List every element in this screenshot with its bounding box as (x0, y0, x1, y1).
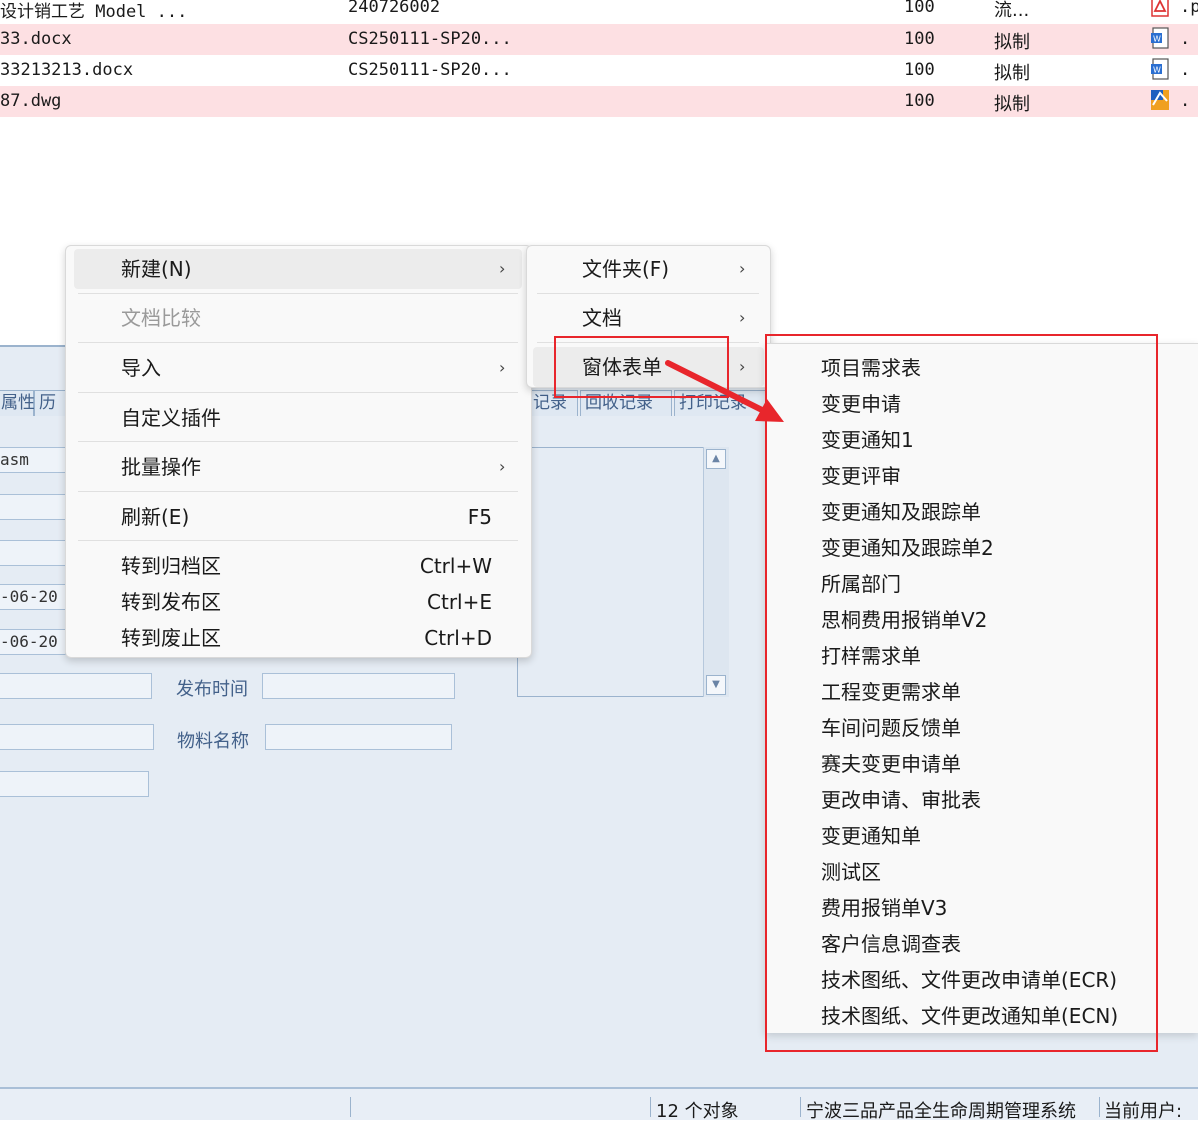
submenu-item-label: 文件夹(F) (582, 257, 670, 281)
menu-separator (78, 293, 518, 294)
file-code: 240726002 (348, 0, 441, 17)
field-2[interactable] (0, 494, 66, 520)
menu-separator (78, 342, 518, 343)
menu-item-import[interactable]: 导入 › (74, 348, 522, 388)
chevron-right-icon: › (499, 259, 506, 278)
menu-item-new[interactable]: 新建(N) › (74, 249, 522, 289)
menu-item-publish[interactable]: 转到发布区 Ctrl+E (74, 582, 522, 622)
file-row[interactable]: 33.docx CS250111-SP20... 100 拟制 W. (0, 24, 1198, 55)
chevron-right-icon: › (499, 358, 506, 377)
file-state: 拟制 (994, 32, 1030, 53)
publish-time-label: 发布时间 (176, 679, 248, 700)
submenu-item-label: 文档 (582, 306, 622, 330)
menu-item-label: 转到发布区 (121, 590, 221, 614)
file-extension: . (1180, 29, 1191, 49)
menu-shortcut: Ctrl+E (427, 590, 492, 614)
tab-properties[interactable]: 属性 (0, 390, 35, 416)
object-count: 12 个对象 (656, 1101, 739, 1122)
material-name-label: 物料名称 (177, 731, 249, 752)
menu-shortcut: Ctrl+W (419, 554, 492, 578)
status-separator (800, 1097, 801, 1117)
create-date-value: -06-20 (0, 587, 58, 606)
scroll-up-icon[interactable]: ▲ (706, 449, 726, 469)
status-separator (650, 1097, 651, 1117)
file-version: 100 (904, 91, 935, 111)
status-separator (350, 1097, 351, 1117)
menu-item-label: 批量操作 (121, 455, 201, 479)
file-row[interactable]: 设计销工艺 Model ... 240726002 100 流... .p (0, 0, 1198, 23)
status-bar: 12 个对象 宁波三品产品全生命周期管理系统 当前用户: (0, 1087, 1198, 1122)
scroll-down-icon[interactable]: ▼ (706, 675, 726, 695)
svg-text:W: W (1153, 66, 1161, 75)
status-separator (1099, 1097, 1100, 1117)
menu-separator (537, 293, 759, 294)
file-version: 100 (904, 60, 935, 80)
menu-item-compare[interactable]: 文档比较 (74, 298, 522, 338)
menu-item-label: 自定义插件 (121, 406, 221, 430)
annotation-box-form-list (765, 334, 1158, 1052)
material-name-field[interactable] (265, 724, 452, 750)
file-version: 100 (904, 0, 935, 17)
dwg-icon (1150, 89, 1170, 111)
filename-value: asm (0, 450, 29, 469)
menu-separator (78, 392, 518, 393)
modify-date-value: -06-20 (0, 632, 58, 651)
file-row[interactable]: 87.dwg 100 拟制. (0, 86, 1198, 117)
publish-time-field[interactable] (262, 673, 455, 699)
chevron-right-icon: › (739, 308, 746, 327)
file-name: 设计销工艺 Model ... (0, 2, 188, 22)
menu-item-label: 转到废止区 (121, 626, 221, 650)
word-icon: W (1150, 58, 1170, 80)
system-name: 宁波三品产品全生命周期管理系统 (806, 1101, 1076, 1122)
file-extension: .p (1180, 0, 1198, 17)
context-menu: 新建(N) › 文档比较导入 › 自定义插件批量操作 › 刷新(E) F5 转到归档区 Ctrl+… (65, 245, 532, 658)
menu-item-custom-plugin[interactable]: 自定义插件 (74, 398, 522, 438)
menu-item-label: 文档比较 (121, 306, 201, 330)
file-version: 100 (904, 29, 935, 49)
svg-text:W: W (1153, 35, 1161, 44)
file-code: CS250111-SP20... (348, 60, 512, 80)
menu-separator (78, 540, 518, 541)
file-name: 33.docx (0, 29, 72, 49)
menu-item-abolish[interactable]: 转到废止区 Ctrl+D (74, 618, 522, 658)
field-left-3[interactable] (0, 771, 149, 797)
file-extension: . (1180, 60, 1191, 80)
menu-item-label: 导入 (121, 356, 161, 380)
file-state: 拟制 (994, 94, 1030, 115)
menu-shortcut: F5 (467, 505, 492, 529)
chevron-right-icon: › (739, 259, 746, 278)
menu-item-label: 转到归档区 (121, 554, 221, 578)
file-extension: . (1180, 91, 1191, 111)
current-user: 当前用户: (1104, 1101, 1183, 1122)
file-code: CS250111-SP20... (348, 29, 512, 49)
submenu-item-folder[interactable]: 文件夹(F) › (533, 249, 764, 289)
file-name: 33213213.docx (0, 60, 134, 80)
menu-item-archive[interactable]: 转到归档区 Ctrl+W (74, 546, 522, 586)
file-row[interactable]: 33213213.docx CS250111-SP20... 100 拟制 W. (0, 55, 1198, 86)
file-state: 流... (994, 0, 1030, 21)
menu-separator (78, 491, 518, 492)
submenu-item-document[interactable]: 文档 › (533, 298, 764, 338)
file-name: 87.dwg (0, 91, 62, 111)
menu-item-refresh[interactable]: 刷新(E) F5 (74, 497, 522, 537)
field-left-2[interactable] (0, 724, 154, 750)
pdf-icon (1150, 0, 1170, 17)
chevron-right-icon: › (499, 457, 506, 476)
file-state: 拟制 (994, 63, 1030, 84)
remarks-textarea[interactable] (517, 447, 729, 697)
annotation-arrow (665, 360, 784, 422)
word-icon: W (1150, 27, 1170, 49)
menu-item-batch[interactable]: 批量操作 › (74, 447, 522, 487)
menu-separator (78, 441, 518, 442)
remarks-scrollbar[interactable]: ▲ ▼ (703, 447, 729, 697)
tab-history[interactable]: 历 (34, 390, 68, 416)
menu-item-label: 刷新(E) (121, 505, 190, 529)
field-left-1[interactable] (0, 673, 152, 699)
menu-shortcut: Ctrl+D (424, 626, 492, 650)
field-3[interactable] (0, 540, 66, 566)
menu-item-label: 新建(N) (121, 257, 192, 281)
